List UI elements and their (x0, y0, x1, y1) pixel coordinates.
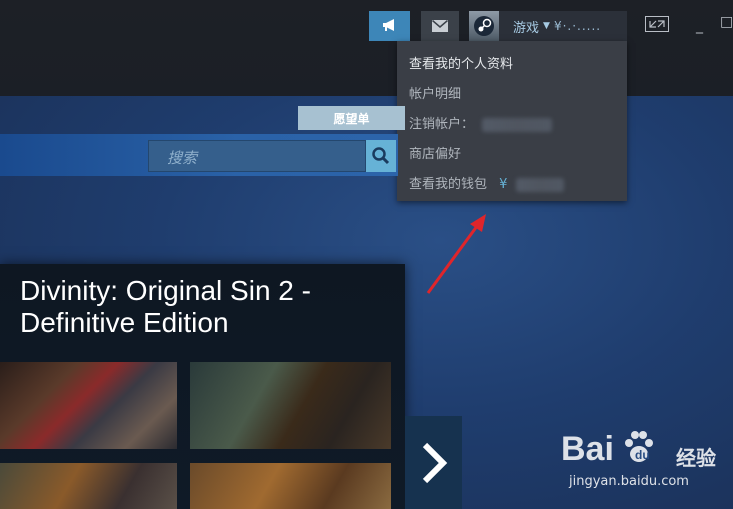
menu-item-view-profile[interactable]: 查看我的个人资料 (409, 53, 513, 72)
watermark-suffix: 经验 (676, 446, 716, 470)
screenshot-thumbnail[interactable] (190, 362, 391, 449)
expand-icon[interactable] (645, 16, 669, 36)
featured-game-title[interactable]: Divinity: Original Sin 2 - Definitive Ed… (20, 275, 380, 339)
menu-item-logout-label: 注销帐户： (409, 117, 475, 132)
menu-item-view-wallet[interactable]: 查看我的钱包 ¥ (409, 173, 564, 192)
menu-item-logout[interactable]: 注销帐户： (409, 113, 553, 132)
screenshot-thumbnail[interactable] (190, 463, 391, 509)
wallet-currency: ¥ (499, 177, 508, 192)
envelope-icon (432, 17, 448, 36)
search-icon (372, 147, 390, 165)
announcements-button[interactable] (369, 11, 410, 41)
watermark-url: jingyan.baidu.com (569, 474, 689, 489)
notifications-button[interactable] (421, 11, 459, 41)
account-dropdown-menu: 查看我的个人资料 帐户明细 注销帐户： 商店偏好 查看我的钱包 ¥ (397, 41, 627, 201)
menu-item-wallet-label: 查看我的钱包 (409, 177, 488, 192)
menu-item-store-preferences[interactable]: 商店偏好 (409, 143, 461, 162)
redacted-balance (515, 177, 564, 192)
screenshot-thumbnail[interactable] (0, 463, 177, 509)
wishlist-button[interactable]: 愿望单 (298, 106, 405, 130)
search-input[interactable]: 搜索 (148, 140, 366, 172)
svg-text:du: du (635, 448, 650, 462)
steam-logo-icon (474, 16, 494, 36)
menu-item-account-details[interactable]: 帐户明细 (409, 83, 461, 102)
search-button[interactable] (366, 140, 396, 172)
account-name: 游戏 (513, 20, 540, 36)
screenshot-thumbnail[interactable] (0, 362, 177, 449)
maximize-button[interactable]: □ (720, 14, 733, 30)
watermark-brand: Bai (561, 430, 614, 468)
redacted-username (482, 117, 553, 132)
carousel-next-button[interactable] (405, 416, 462, 509)
baidu-watermark: Bai du 经验 jingyan.baidu.com (561, 428, 731, 498)
account-menu-button[interactable]: 游戏 ▼ ¥·.·..... (469, 11, 627, 41)
chevron-down-icon: ▼ (543, 21, 550, 31)
megaphone-icon (381, 17, 399, 36)
annotation-arrow (426, 214, 486, 294)
wallet-balance: ¥·.·..... (553, 19, 602, 33)
minimize-button[interactable]: _ (696, 18, 703, 34)
avatar (469, 11, 499, 41)
paw-icon: du (623, 430, 655, 468)
chevron-right-icon (422, 442, 447, 483)
